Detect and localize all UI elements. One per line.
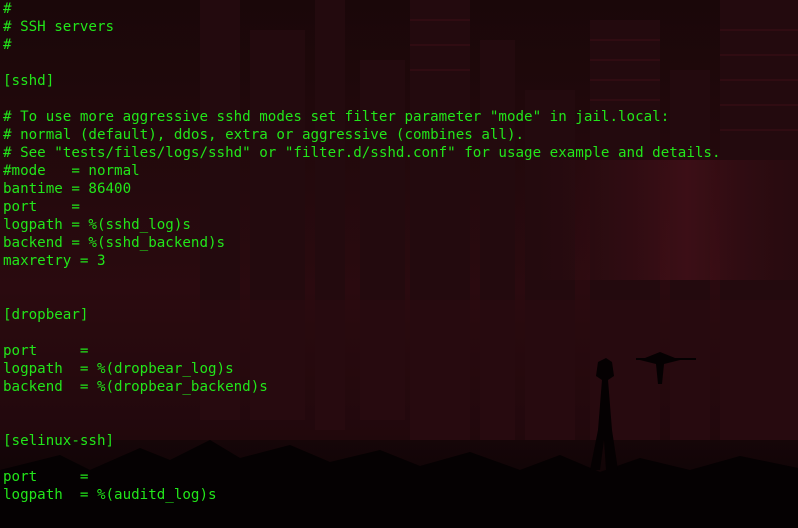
config-line-port: port = (3, 199, 80, 215)
comment-line: # See "tests/files/logs/sshd" or "filter… (3, 145, 721, 161)
section-header-selinux-ssh: [selinux-ssh] (3, 433, 115, 449)
config-line-backend: backend = %(dropbear_backend)s (3, 379, 268, 395)
config-line-logpath: logpath = %(dropbear_log)s (3, 361, 234, 377)
config-line-mode: #mode = normal (3, 163, 140, 179)
config-line-maxretry: maxretry = 3 (3, 253, 106, 269)
config-line-logpath: logpath = %(sshd_log)s (3, 217, 191, 233)
section-header-sshd: [sshd] (3, 73, 55, 89)
line-2: # SSH servers (3, 19, 115, 35)
config-line-backend: backend = %(sshd_backend)s (3, 235, 226, 251)
line-3: # (3, 37, 12, 53)
config-line-logpath: logpath = %(auditd_log)s (3, 487, 217, 503)
comment-line: # normal (default), ddos, extra or aggre… (3, 127, 525, 143)
line-1: # (3, 1, 12, 17)
config-line-port: port = (3, 469, 89, 485)
config-line-port: port = (3, 343, 89, 359)
config-line-bantime: bantime = 86400 (3, 181, 132, 197)
comment-line: # To use more aggressive sshd modes set … (3, 109, 670, 125)
terminal-window[interactable]: # # SSH servers # [sshd] # To use more a… (0, 0, 798, 528)
section-header-dropbear: [dropbear] (3, 307, 89, 323)
